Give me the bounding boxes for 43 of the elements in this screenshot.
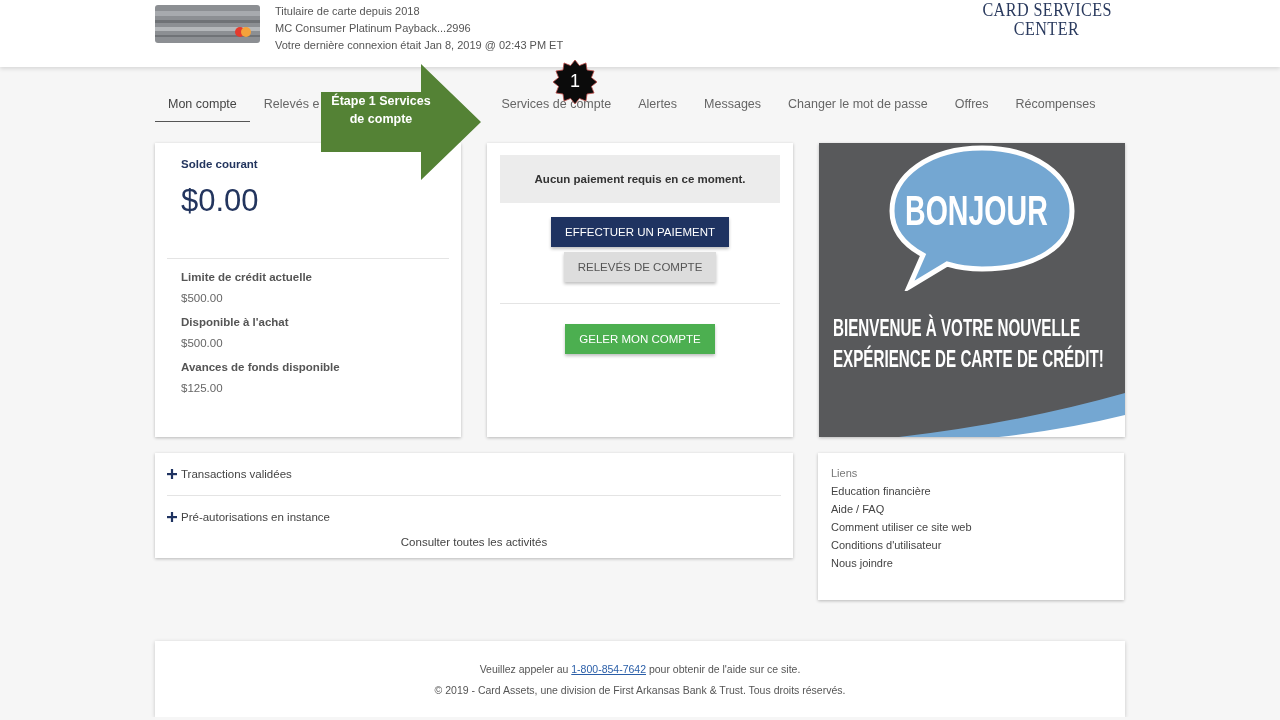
links-title: Liens bbox=[831, 467, 859, 479]
detail-label: Limite de crédit actuelle bbox=[181, 271, 313, 283]
copyright-text: © 2019 - Card Assets, une division de First Arkansas Bank & Trust. Tous droits réservés. bbox=[434, 683, 846, 696]
detail-value: $500.00 bbox=[181, 292, 224, 304]
nav-tab[interactable]: Relevés e bbox=[250, 87, 320, 122]
payment-button[interactable]: EFFECTUER UN PAIEMENT bbox=[551, 217, 729, 247]
plus-icon bbox=[167, 512, 177, 522]
help-link[interactable]: Conditions d'utilisateur bbox=[831, 539, 1111, 551]
help-text: Veuillez appeler au 1-800-854-7642 pour obtenir de l'aide sur ce site. bbox=[479, 662, 801, 675]
speech-bubble-icon bbox=[889, 145, 1075, 291]
bubble-text: BONJOUR bbox=[905, 187, 1048, 235]
banner-headline: EXPÉRIENCE DE CARTE DE CRÉDIT! bbox=[833, 346, 1104, 373]
payment-notice: Aucun paiement requis en ce moment. bbox=[500, 155, 780, 203]
detail-value: $125.00 bbox=[181, 382, 224, 394]
statements-button[interactable]: RELEVÉS DE COMPTE bbox=[563, 252, 717, 282]
expandable-section[interactable]: Pré-autorisations en instance bbox=[167, 506, 781, 528]
nav-tab[interactable]: Messages bbox=[691, 87, 775, 122]
banner-headline: BIENVENUE À VOTRE NOUVELLE bbox=[833, 315, 1082, 342]
detail-label: Avances de fonds disponible bbox=[181, 361, 341, 373]
expandable-section[interactable]: Transactions validées bbox=[167, 463, 781, 485]
account-info-text: MC Consumer Platinum Payback...2996 bbox=[275, 22, 472, 34]
arrow-callout-icon bbox=[321, 64, 481, 180]
detail-label: Disponible à l'achat bbox=[181, 316, 290, 328]
nav-tab[interactable]: Mon compte bbox=[155, 87, 250, 122]
logo-text: CARD SERVICES bbox=[982, 0, 1112, 19]
callout-text: Étape 1 Services de compte bbox=[330, 92, 432, 128]
nav-tab[interactable]: Alertes bbox=[625, 87, 691, 122]
nav-tab[interactable]: Offres bbox=[941, 87, 1002, 122]
help-link[interactable]: Education financière bbox=[831, 485, 1111, 497]
account-info-text: Votre dernière connexion était Jan 8, 2019 @ 02:43 PM ET bbox=[275, 39, 565, 51]
help-link[interactable]: Comment utiliser ce site web bbox=[831, 521, 1111, 533]
nav-tab[interactable]: Récompenses bbox=[1002, 87, 1109, 122]
nav-tab[interactable]: Changer le mot de passe bbox=[775, 87, 941, 122]
help-link[interactable]: Nous joindre bbox=[831, 557, 1111, 569]
balance-label: Solde courant bbox=[180, 158, 259, 170]
logo-text: CENTER bbox=[1014, 19, 1080, 38]
phone-link[interactable]: 1-800-854-7642 bbox=[571, 662, 646, 675]
all-activity-link[interactable]: Consulter toutes les activités bbox=[400, 536, 548, 548]
balance-amount: $0.00 bbox=[180, 182, 260, 220]
plus-icon bbox=[167, 469, 177, 479]
detail-value: $500.00 bbox=[181, 337, 224, 349]
help-link[interactable]: Aide / FAQ bbox=[831, 503, 1111, 515]
account-info-text: Titulaire de carte depuis 2018 bbox=[275, 5, 421, 17]
